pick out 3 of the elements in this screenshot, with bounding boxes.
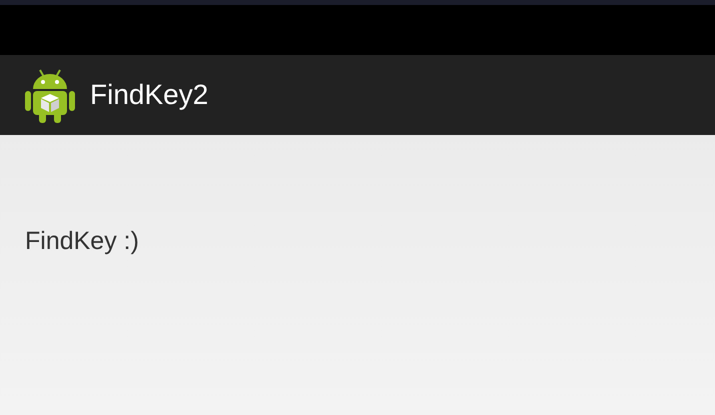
- android-robot-icon: [25, 67, 75, 123]
- app-title: FindKey2: [90, 79, 208, 111]
- content-text: FindKey :): [25, 227, 139, 255]
